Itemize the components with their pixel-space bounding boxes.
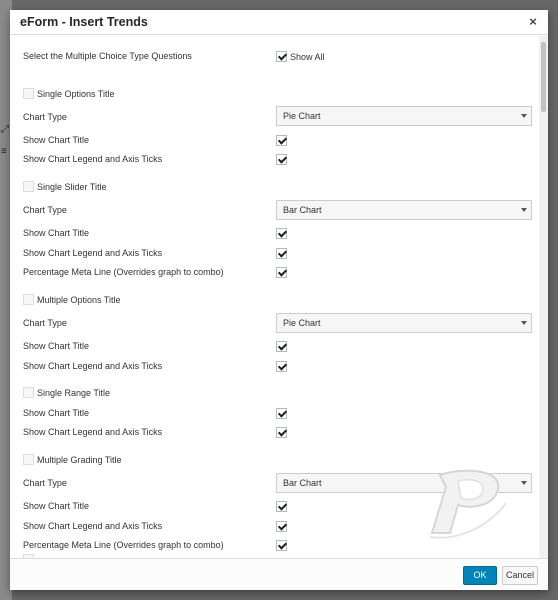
- dialog-titlebar: eForm - Insert Trends ×: [10, 10, 548, 35]
- chart-type-value: Bar Chart: [283, 478, 322, 488]
- percentage-meta-label: Percentage Meta Line (Overrides graph to…: [23, 267, 224, 277]
- chevron-down-icon: [521, 321, 527, 325]
- show-chart-title-checkbox[interactable]: [276, 135, 287, 146]
- chart-type-value: Pie Chart: [283, 111, 321, 121]
- show-legend-checkbox[interactable]: [276, 521, 287, 532]
- section-single-slider[interactable]: Single Slider Title: [23, 180, 107, 194]
- chart-type-label: Chart Type: [23, 478, 67, 488]
- chevron-down-icon: [521, 208, 527, 212]
- menu-icon: ≡: [1, 146, 7, 157]
- section-single-range[interactable]: Single Range Title: [23, 386, 110, 400]
- show-legend-label: Show Chart Legend and Axis Ticks: [23, 361, 163, 371]
- show-legend-checkbox[interactable]: [276, 361, 287, 372]
- chevron-down-icon: [521, 481, 527, 485]
- show-legend-label: Show Chart Legend and Axis Ticks: [23, 154, 163, 164]
- show-chart-title-label: Show Chart Title: [23, 408, 90, 418]
- show-chart-title-label: Show Chart Title: [23, 501, 90, 511]
- cancel-button[interactable]: Cancel: [502, 566, 538, 585]
- chart-type-value: Bar Chart: [283, 205, 322, 215]
- section-multiple-options[interactable]: Multiple Options Title: [23, 293, 121, 307]
- show-legend-label: Show Chart Legend and Axis Ticks: [23, 521, 163, 531]
- expand-icon: ⤢: [1, 124, 9, 135]
- show-chart-title-label: Show Chart Title: [23, 341, 90, 351]
- section-checkbox[interactable]: [23, 294, 34, 305]
- show-chart-title-checkbox[interactable]: [276, 341, 287, 352]
- show-chart-title-label: Show Chart Title: [23, 135, 90, 145]
- show-chart-title-label: Show Chart Title: [23, 228, 90, 238]
- percentage-meta-checkbox[interactable]: [276, 540, 287, 551]
- dialog-scrollbar[interactable]: [539, 36, 548, 558]
- dialog-footer: OK Cancel: [10, 558, 548, 590]
- section-title: Multiple Grading Title: [37, 455, 122, 465]
- show-legend-checkbox[interactable]: [276, 427, 287, 438]
- section-title: Single Range Title: [37, 388, 111, 398]
- section-checkbox[interactable]: [23, 454, 34, 465]
- show-chart-title-checkbox[interactable]: [276, 408, 287, 419]
- chart-type-select[interactable]: Pie Chart: [276, 313, 532, 333]
- dialog-title: eForm - Insert Trends: [20, 15, 148, 29]
- section-title: Single Options Title: [37, 89, 115, 99]
- show-legend-checkbox[interactable]: [276, 154, 287, 165]
- chart-type-select[interactable]: Pie Chart: [276, 106, 532, 126]
- section-multiple-grading[interactable]: Multiple Grading Title: [23, 453, 122, 467]
- scrollbar-thumb[interactable]: [541, 42, 546, 112]
- chart-type-select[interactable]: Bar Chart: [276, 200, 532, 220]
- close-icon[interactable]: ×: [526, 14, 540, 30]
- show-legend-label: Show Chart Legend and Axis Ticks: [23, 248, 163, 258]
- insert-trends-dialog: eForm - Insert Trends × Select the Multi…: [10, 10, 548, 590]
- percentage-meta-label: Percentage Meta Line (Overrides graph to…: [23, 540, 224, 550]
- select-questions-label: Select the Multiple Choice Type Question…: [23, 51, 192, 61]
- ok-button[interactable]: OK: [463, 566, 497, 585]
- section-title: Multiple Options Title: [37, 295, 121, 305]
- watermark-logo-icon: [429, 469, 507, 539]
- section-checkbox[interactable]: [23, 88, 34, 99]
- show-all-label: Show All: [290, 52, 325, 62]
- section-single-options[interactable]: Single Options Title: [23, 87, 115, 101]
- section-checkbox[interactable]: [23, 387, 34, 398]
- percentage-meta-checkbox[interactable]: [276, 267, 287, 278]
- chevron-down-icon: [521, 114, 527, 118]
- chart-type-label: Chart Type: [23, 112, 67, 122]
- chart-type-label: Chart Type: [23, 318, 67, 328]
- show-chart-title-checkbox[interactable]: [276, 228, 287, 239]
- show-all-checkbox[interactable]: [276, 51, 287, 62]
- section-checkbox[interactable]: [23, 181, 34, 192]
- show-legend-label: Show Chart Legend and Axis Ticks: [23, 427, 163, 437]
- section-title: Single Slider Title: [37, 182, 107, 192]
- show-legend-checkbox[interactable]: [276, 248, 287, 259]
- chart-type-label: Chart Type: [23, 205, 67, 215]
- chart-type-value: Pie Chart: [283, 318, 321, 328]
- show-chart-title-checkbox[interactable]: [276, 501, 287, 512]
